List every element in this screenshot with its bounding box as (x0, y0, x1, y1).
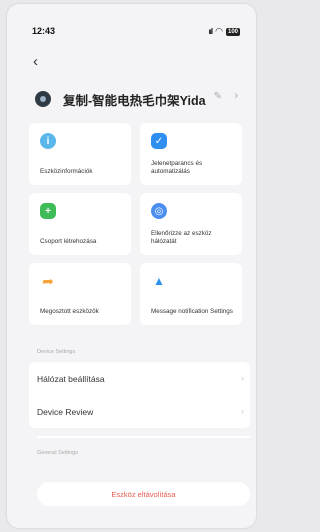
bell-icon: ▲ (153, 274, 165, 288)
row-label: Device Review (37, 406, 94, 417)
phone-screen: 12:43 ııl ◠ 100 ‹ 复制-智能电热毛巾架Yida ✎ › i E… (7, 4, 256, 528)
chevron-right-icon: › (241, 406, 244, 416)
device-header[interactable]: 复制-智能电热毛巾架Yida ✎ › (35, 87, 242, 111)
device-settings-list: Hálózat beállítása › Device Review › (29, 362, 250, 428)
chevron-right-icon: › (241, 373, 244, 383)
card-device-info[interactable]: i Eszközinformációk (29, 123, 131, 185)
section-divider (37, 436, 250, 438)
device-settings-title: Device Settings (37, 349, 76, 355)
network-check-icon: ◎ (151, 203, 167, 219)
device-review-row[interactable]: Device Review › (29, 395, 250, 428)
network-settings-row[interactable]: Hálózat beállítása › (29, 362, 250, 395)
wifi-icon: ◠ (215, 26, 223, 36)
status-bar: 12:43 ııl ◠ 100 (7, 26, 256, 40)
back-chevron-icon[interactable]: ‹ (33, 53, 38, 70)
card-label: Message notification Settings (151, 308, 233, 315)
share-icon: ➦ (42, 272, 54, 289)
check-icon: ✓ (151, 133, 167, 149)
group-add-icon: + (40, 203, 56, 219)
card-create-group[interactable]: + Csoport létrehozása (29, 193, 131, 255)
chevron-right-icon: › (234, 90, 238, 102)
card-shared-devices[interactable]: ➦ Megosztott eszközök (29, 263, 131, 325)
card-scene-automation[interactable]: ✓ Jelenetparancs és automatizálás (140, 123, 242, 185)
remove-device-button[interactable]: Eszköz eltávolítása (37, 482, 250, 506)
card-label: Eszközinformációk (40, 168, 93, 175)
card-label: Ellenőrizze az eszköz hálózatát (151, 230, 212, 245)
device-name: 复制-智能电热毛巾架Yida (63, 93, 206, 108)
status-icons: ııl ◠ 100 (208, 26, 240, 37)
card-label: Megosztott eszközök (40, 308, 99, 315)
card-message-notification[interactable]: ▲ Message notification Settings (140, 263, 242, 325)
row-label: Hálózat beállítása (37, 373, 105, 384)
battery-icon: 100 (225, 27, 240, 36)
card-network-check[interactable]: ◎ Ellenőrizze az eszköz hálózatát (140, 193, 242, 255)
signal-icon: ııl (208, 27, 213, 36)
info-icon: i (40, 133, 56, 149)
card-label: Csoport létrehozása (40, 238, 97, 245)
device-avatar (35, 91, 51, 107)
edit-icon[interactable]: ✎ (214, 91, 222, 102)
general-settings-title: General Settings (37, 450, 78, 456)
status-time: 12:43 (32, 26, 56, 36)
card-label: Jelenetparancs és automatizálás (151, 160, 203, 175)
